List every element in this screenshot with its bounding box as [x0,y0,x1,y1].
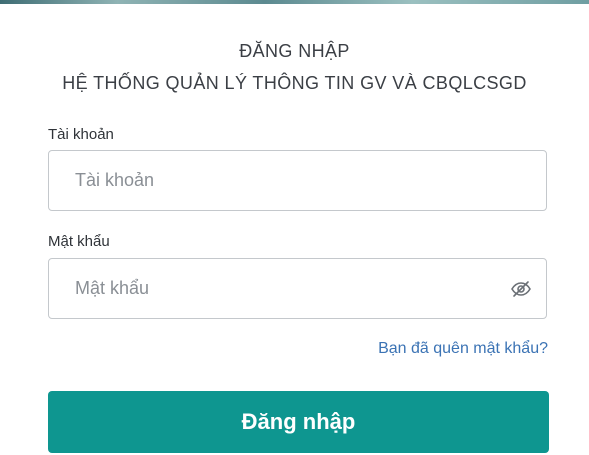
password-input[interactable] [49,259,546,318]
username-input[interactable] [49,151,546,210]
login-button[interactable]: Đăng nhập [48,391,549,453]
forgot-password-link[interactable]: Bạn đã quên mật khẩu? [378,340,548,358]
login-page: ĐĂNG NHẬP HỆ THỐNG QUẢN LÝ THÔNG TIN GV … [0,0,589,455]
password-field-box [48,258,547,319]
username-label: Tài khoản [48,126,114,143]
top-banner-image [0,0,589,4]
page-title: ĐĂNG NHẬP [239,41,350,61]
eye-slash-icon[interactable] [510,279,532,299]
system-name: HỆ THỐNG QUẢN LÝ THÔNG TIN GV VÀ CBQLCSG… [62,73,527,93]
title-block: ĐĂNG NHẬP HỆ THỐNG QUẢN LÝ THÔNG TIN GV … [0,38,589,96]
password-label: Mật khẩu [48,233,110,250]
username-field-box [48,150,547,211]
